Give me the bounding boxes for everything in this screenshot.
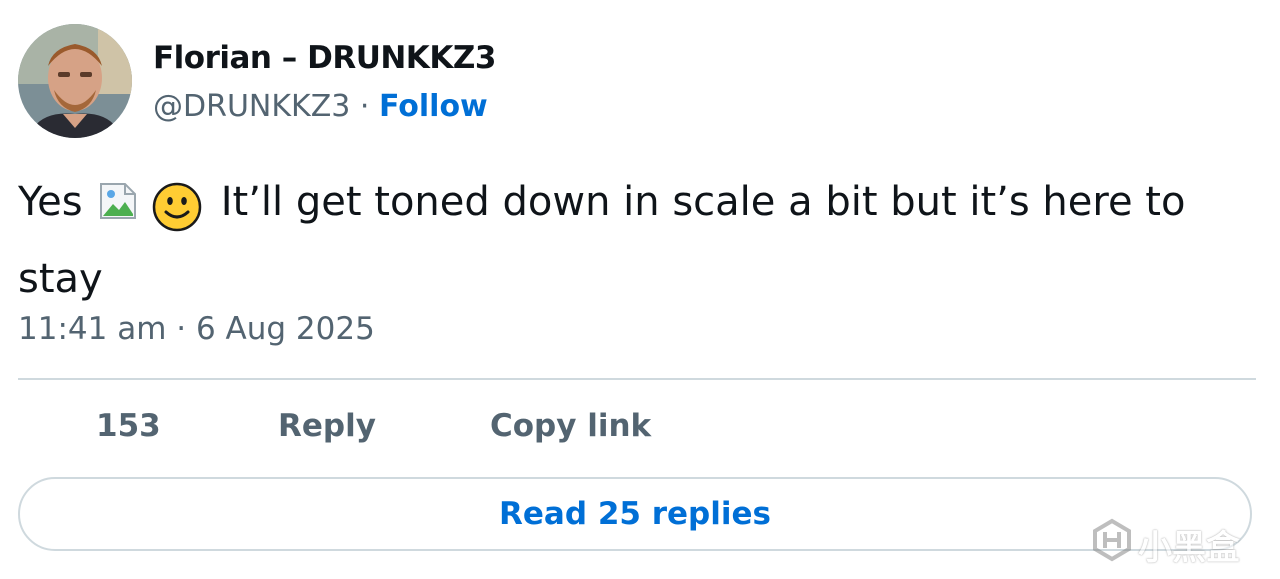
tweet-text-before: Yes — [18, 179, 83, 225]
reply-button[interactable]: Reply — [278, 408, 376, 444]
follow-button[interactable]: Follow — [379, 89, 488, 124]
copy-link-button[interactable]: Copy link — [490, 408, 651, 444]
tweet-text: Yes It’ll get toned down in scale a bit … — [18, 172, 1258, 309]
avatar[interactable] — [18, 24, 132, 138]
user-avatar-photo-icon — [18, 24, 132, 138]
meta-separator: · — [359, 89, 370, 124]
author-name[interactable]: Florian – DRUNKKZ3 — [153, 40, 496, 76]
broken-image-icon — [99, 177, 137, 219]
read-replies-label: Read 25 replies — [499, 496, 771, 532]
watermark-text: 小黑盒 — [1138, 528, 1240, 568]
tweet-timestamp[interactable]: 11:41 am · 6 Aug 2025 — [18, 311, 375, 347]
slightly-smiling-face-icon — [152, 182, 202, 249]
read-replies-button[interactable]: Read 25 replies — [18, 477, 1252, 551]
author-handle[interactable]: @DRUNKKZ3 — [153, 89, 350, 124]
heybox-logo-icon — [1093, 518, 1131, 562]
author-meta: @DRUNKKZ3 · Follow — [153, 89, 488, 124]
tweet-actions: 153 Reply Copy link — [0, 408, 1280, 454]
likes-count[interactable]: 153 — [96, 408, 161, 444]
watermark: 小黑盒 — [1090, 516, 1250, 568]
divider — [18, 378, 1256, 380]
